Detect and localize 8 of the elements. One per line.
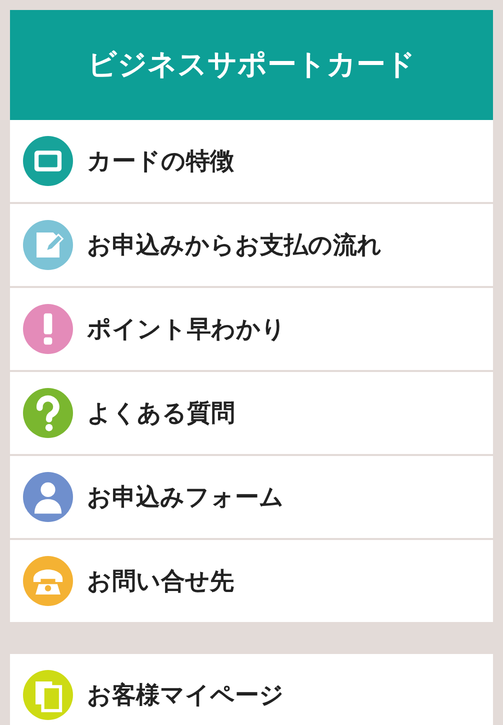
menu-item[interactable]: ポイント早わかり [10, 288, 493, 372]
menu-item[interactable]: よくある質問 [10, 372, 493, 456]
menu-item[interactable]: お申込みフォーム [10, 456, 493, 540]
menu-item[interactable]: カードの特徴 [10, 120, 493, 204]
menu-item[interactable]: お問い合せ先 [10, 540, 493, 624]
menu-item[interactable]: お申込みからお支払の流れ [10, 204, 493, 288]
menu-item[interactable]: お客様マイページ [10, 654, 493, 725]
header-title: ビジネスサポートカード [88, 46, 416, 83]
